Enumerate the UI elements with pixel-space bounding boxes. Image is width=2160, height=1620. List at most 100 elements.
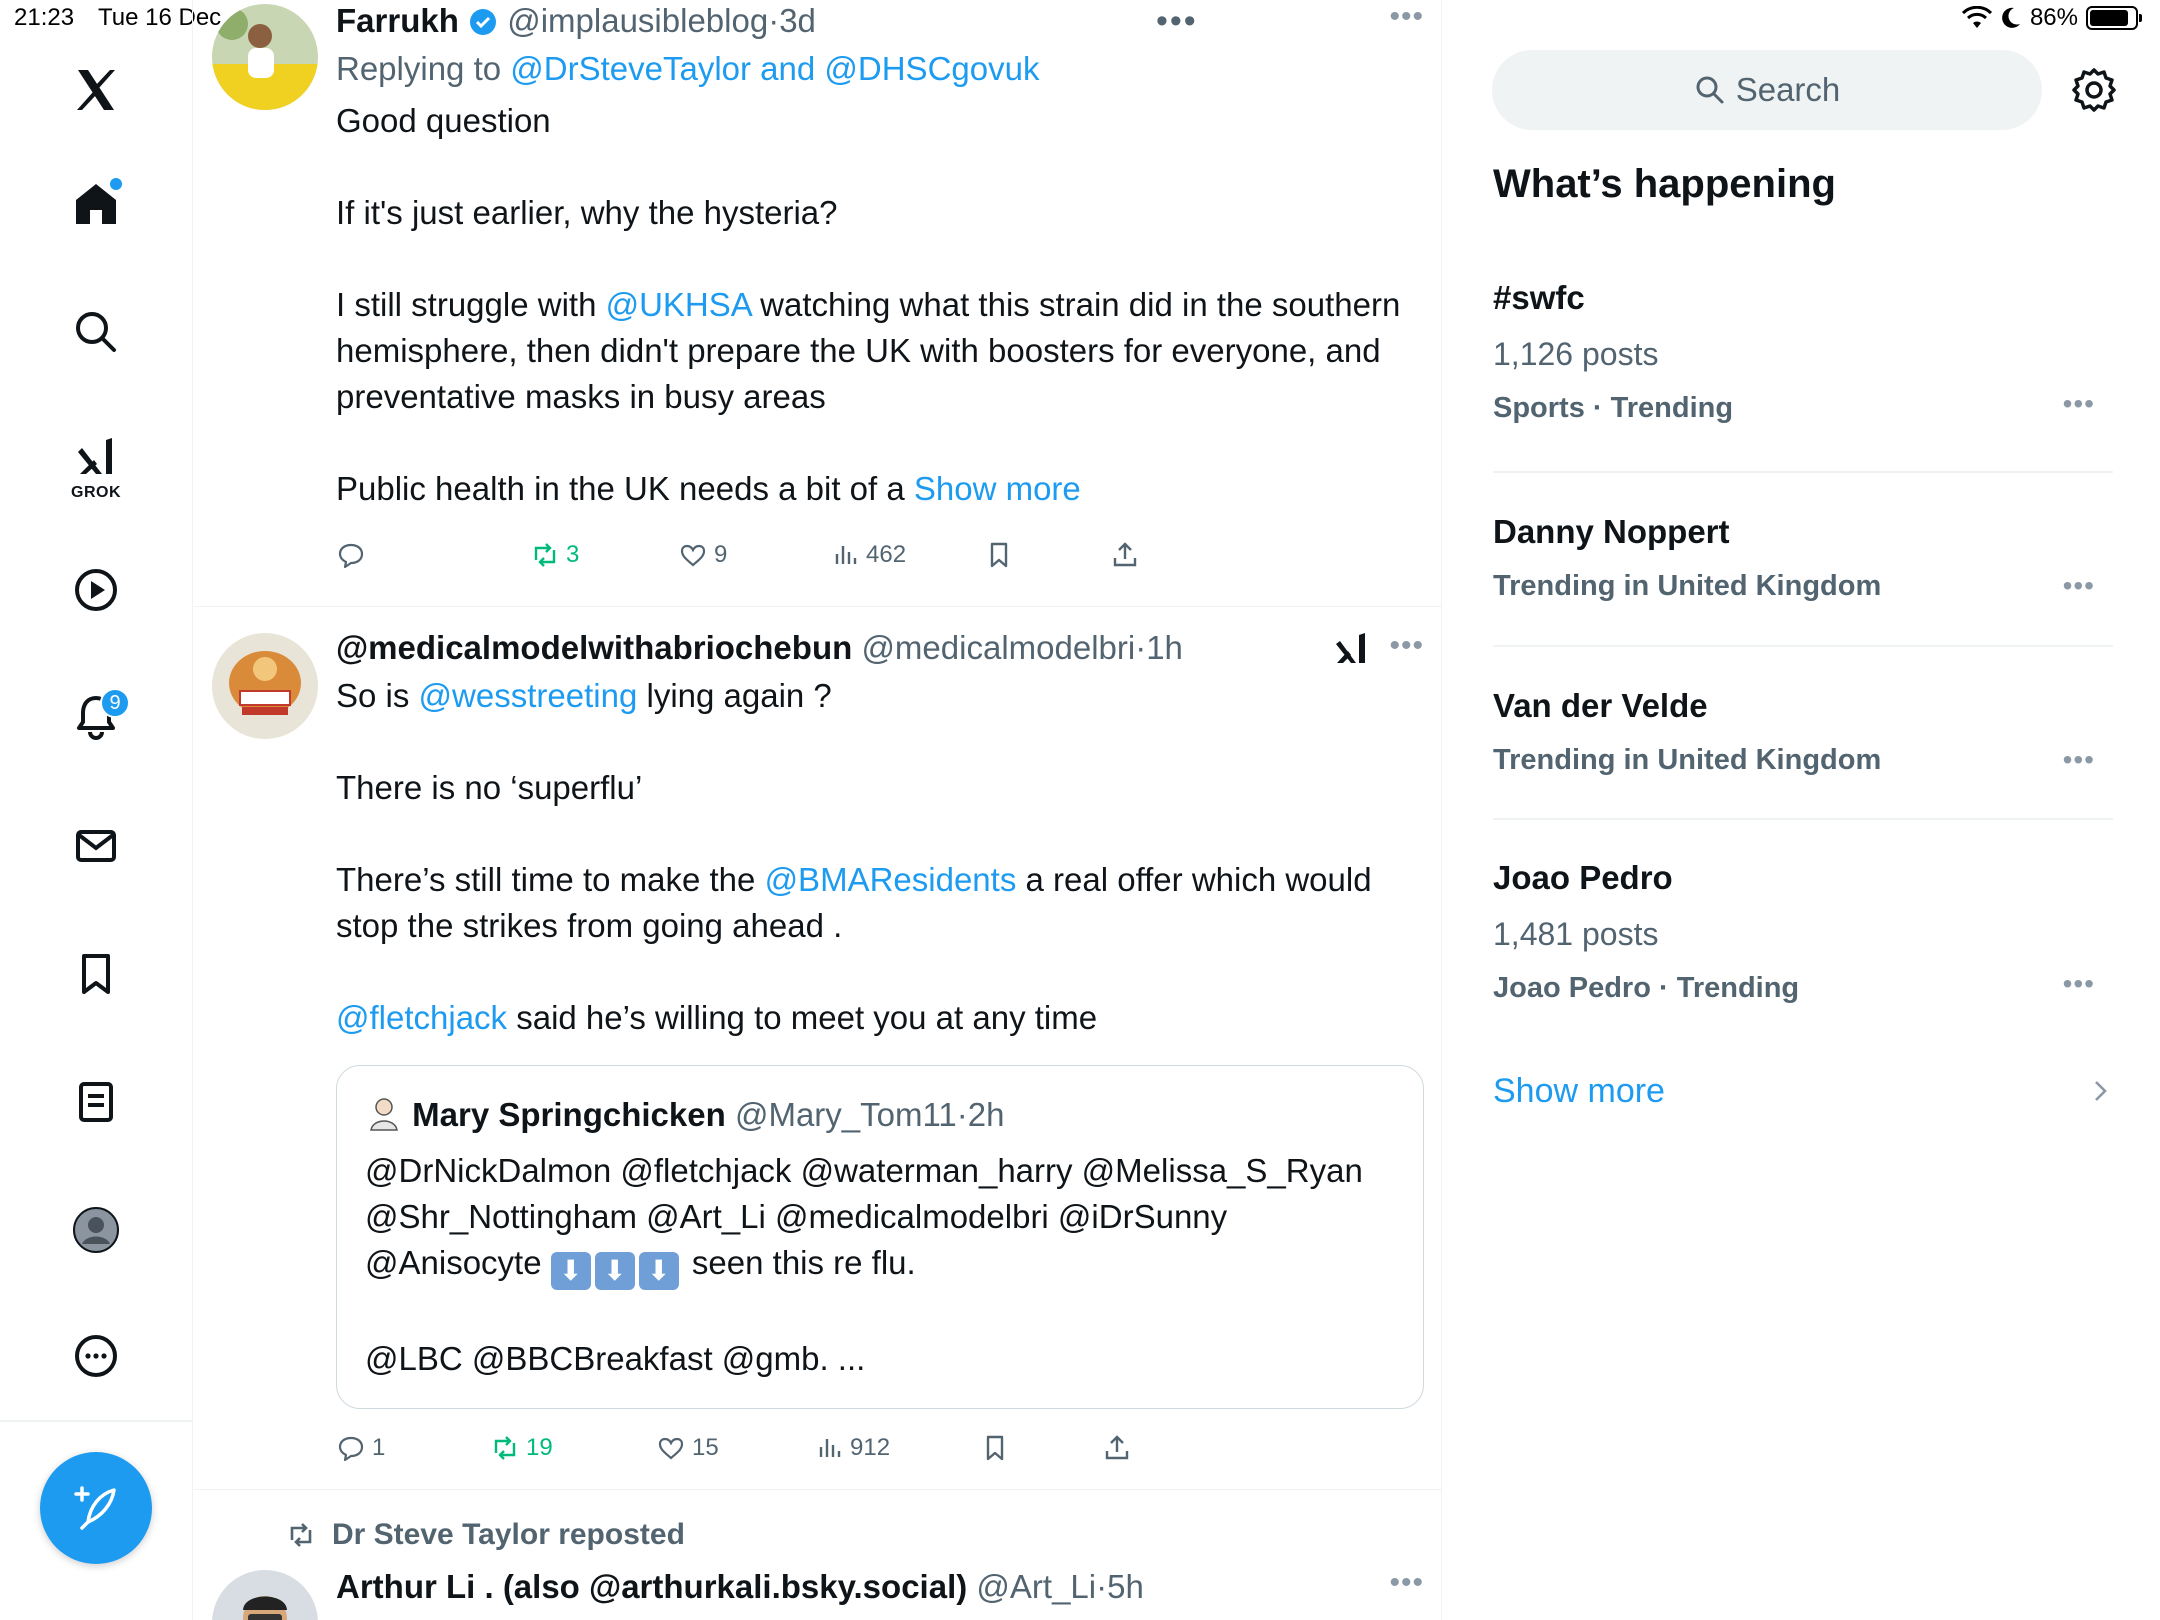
search-input[interactable]: Search	[1492, 50, 2042, 130]
chevron-right-icon[interactable]	[2087, 1078, 2113, 1104]
reply-button[interactable]	[336, 540, 366, 570]
nav-grok[interactable]: GROK	[62, 424, 130, 501]
share-button[interactable]	[1110, 540, 1140, 570]
share-button[interactable]	[1102, 1433, 1132, 1463]
views-button[interactable]: 462	[830, 540, 906, 570]
share-icon	[1105, 1435, 1129, 1460]
nav-lists[interactable]	[62, 1068, 130, 1136]
bookmark-icon	[82, 954, 110, 994]
avatar[interactable]	[212, 1570, 318, 1620]
trend-item[interactable]: #swfc 1,126 posts Sports · Trending •••	[1493, 276, 2113, 428]
tweet-time[interactable]: 3d	[779, 2, 816, 39]
like-button[interactable]: 9	[678, 540, 727, 570]
more-menu-icon[interactable]: •••	[1156, 0, 1198, 42]
show-more-link[interactable]: Show more	[914, 470, 1081, 507]
repost-icon	[534, 543, 556, 567]
avatar[interactable]	[365, 1094, 403, 1132]
author-handle[interactable]: @Art_Li	[976, 1568, 1096, 1605]
mention-link[interactable]: @UKHSA	[606, 286, 751, 323]
trend-item[interactable]: Danny Noppert Trending in United Kingdom…	[1493, 510, 2113, 606]
show-more-link[interactable]: Show more	[1493, 1072, 1665, 1111]
replying-to: Replying to @DrSteveTaylor and @DHSCgovu…	[336, 48, 1424, 90]
quoted-author-handle[interactable]: @Mary_Tom11	[735, 1096, 957, 1133]
views-button[interactable]: 912	[814, 1433, 890, 1463]
profile-icon	[73, 1207, 119, 1253]
nav-home[interactable]	[62, 170, 130, 238]
nav-messages[interactable]	[62, 812, 130, 880]
tweet-item[interactable]: Dr Steve Taylor reposted Arthur Li . (al…	[194, 1490, 1441, 1620]
tweet-text: So is @wesstreeting lying again ? There …	[336, 673, 1424, 1041]
author-handle[interactable]: @implausibleblog	[507, 2, 768, 39]
reply-button[interactable]: 1	[336, 1433, 385, 1463]
author-name[interactable]: @medicalmodelwithabriochebun	[336, 629, 852, 666]
tweet-more-button[interactable]: •••	[1389, 1566, 1424, 1600]
verified-icon	[470, 9, 497, 35]
trend-more-button[interactable]: •••	[2063, 570, 2095, 602]
nav-more[interactable]	[62, 1322, 130, 1390]
quoted-author-name[interactable]: Mary Springchicken	[412, 1096, 726, 1133]
quoted-tweet[interactable]: Mary Springchicken @Mary_Tom11·2h @DrNic…	[336, 1065, 1424, 1409]
lists-icon	[79, 1082, 113, 1122]
author-handle[interactable]: @medicalmodelbri	[861, 629, 1135, 666]
avatar[interactable]	[212, 633, 318, 739]
tweet-header: @medicalmodelwithabriochebun @medicalmod…	[336, 627, 1424, 669]
replying-to-link[interactable]: @DrSteveTaylor and @DHSCgovuk	[510, 50, 1039, 87]
mention-link[interactable]: @fletchjack	[336, 999, 507, 1036]
repost-button[interactable]: 3	[530, 540, 579, 570]
tweet-paragraph: Good question	[336, 102, 551, 139]
nav-explore[interactable]	[62, 298, 130, 366]
tweet-more-button[interactable]: •••	[1389, 629, 1424, 663]
compose-icon	[74, 1486, 116, 1530]
trend-more-button[interactable]: •••	[2063, 744, 2095, 776]
x-logo-icon[interactable]	[62, 56, 130, 124]
text-span: So is	[336, 677, 419, 714]
author-name[interactable]: Arthur Li . (also @arthurkali.bsky.socia…	[336, 1568, 967, 1605]
mention-link[interactable]: @BMAResidents	[765, 861, 1017, 898]
repost-count: 19	[526, 1434, 553, 1461]
text-span: lying again ?	[637, 677, 832, 714]
notifications-badge: 9	[100, 688, 130, 718]
trend-more-button[interactable]: •••	[2063, 968, 2095, 1000]
tweet-paragraph: I still struggle with @UKHSA watching wh…	[336, 282, 1424, 420]
repost-icon	[290, 1523, 312, 1547]
compose-button[interactable]	[40, 1452, 152, 1564]
author-name[interactable]: Farrukh	[336, 2, 459, 39]
avatar[interactable]	[212, 4, 318, 110]
trend-item[interactable]: Van der Velde Trending in United Kingdom…	[1493, 684, 2113, 780]
trend-category: Trending in United Kingdom	[1493, 570, 1882, 602]
tweet-item[interactable]: Farrukh @implausibleblog·3d ••• Replying…	[194, 0, 1441, 607]
reply-count: 1	[372, 1434, 386, 1461]
repost-label-text[interactable]: Dr Steve Taylor reposted	[332, 1518, 685, 1552]
text-span: said he’s willing to meet you at any tim…	[507, 999, 1098, 1036]
tweet-time[interactable]: 1h	[1146, 629, 1183, 666]
more-icon	[75, 1335, 117, 1377]
nav-profile[interactable]	[62, 1196, 130, 1264]
trend-more-button[interactable]: •••	[2063, 388, 2095, 420]
mail-icon	[76, 830, 116, 862]
text-span: Public health in the UK needs a bit of a	[336, 470, 914, 507]
nav-bookmarks[interactable]	[62, 940, 130, 1008]
trend-category: Trending in United Kingdom	[1493, 744, 1882, 776]
tweet-time[interactable]: 5h	[1107, 1568, 1144, 1605]
grok-icon[interactable]	[1334, 631, 1368, 667]
timeline: Farrukh @implausibleblog·3d ••• Replying…	[194, 0, 1442, 1620]
trend-item[interactable]: Joao Pedro 1,481 posts Joao Pedro · Tren…	[1493, 856, 2113, 1008]
trend-posts: 1,126 posts	[1493, 336, 1659, 372]
nav-notifications[interactable]: 9	[62, 682, 130, 750]
tweet-more-button[interactable]: •••	[1389, 0, 1424, 34]
tweet-actions: 3 9 462	[336, 540, 1316, 576]
repost-button[interactable]: 19	[490, 1433, 553, 1463]
trend-category: Joao Pedro · Trending	[1493, 972, 1800, 1004]
down-arrow-emoji: ⬇	[550, 1252, 591, 1290]
bookmark-button[interactable]	[980, 1433, 1010, 1463]
gear-icon[interactable]	[2070, 66, 2118, 114]
mention-link[interactable]: @wesstreeting	[419, 677, 638, 714]
like-count: 15	[692, 1434, 719, 1461]
bookmark-button[interactable]	[984, 540, 1014, 570]
tweet-item[interactable]: @medicalmodelwithabriochebun @medicalmod…	[194, 607, 1441, 1490]
like-button[interactable]: 15	[656, 1433, 719, 1463]
tweet-paragraph: So is @wesstreeting lying again ?	[336, 673, 1424, 719]
quoted-paragraph: @LBC @BBCBreakfast @gmb. ...	[365, 1340, 866, 1377]
trend-posts: 1,481 posts	[1493, 916, 1659, 952]
nav-video[interactable]	[62, 556, 130, 624]
